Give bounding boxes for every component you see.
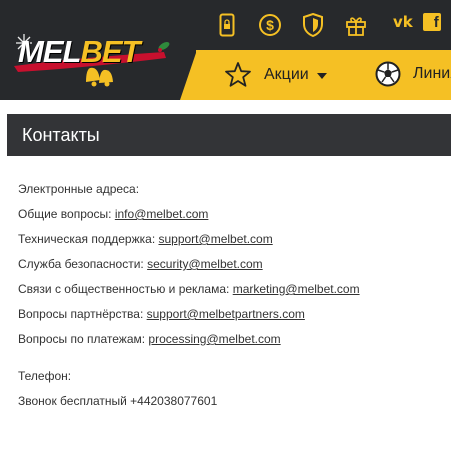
- star-icon: [225, 62, 251, 87]
- nav-label-promotions: Акции: [264, 65, 309, 83]
- top-icon-bar: $: [214, 10, 386, 40]
- gift-icon[interactable]: [343, 12, 369, 38]
- melbet-logo[interactable]: MELBET: [14, 28, 174, 88]
- logo-text: MELBET: [18, 34, 140, 70]
- facebook-icon[interactable]: f: [422, 13, 441, 31]
- soccer-ball-icon: [375, 61, 401, 87]
- nav-item-promotions[interactable]: Акции: [224, 61, 327, 88]
- social-links: vk f: [393, 13, 451, 31]
- email-link-security[interactable]: security@melbet.com: [147, 257, 263, 271]
- nav-label-line: Линия: [413, 65, 451, 82]
- vk-icon[interactable]: vk: [393, 13, 413, 31]
- contact-row-partners: Вопросы партнёрства: support@melbetpartn…: [18, 307, 360, 332]
- page-title-bar: Контакты: [7, 114, 451, 156]
- email-link-processing[interactable]: processing@melbet.com: [148, 332, 280, 346]
- contact-row-payments: Вопросы по платежам: processing@melbet.c…: [18, 332, 360, 357]
- contact-row-security: Служба безопасности: security@melbet.com: [18, 257, 360, 282]
- contact-row-general: Общие вопросы: info@melbet.com: [18, 207, 360, 232]
- contact-row-support: Техническая поддержка: support@melbet.co…: [18, 232, 360, 257]
- contact-row-marketing: Связи с общественностью и реклама: marke…: [18, 282, 360, 307]
- svg-text:$: $: [266, 17, 274, 33]
- contact-label: Вопросы по платежам:: [18, 332, 149, 346]
- nav-edge: [180, 50, 197, 100]
- shield-icon[interactable]: [300, 12, 326, 38]
- contact-label: Связи с общественностью и реклама:: [18, 282, 233, 296]
- logo-text-accent: BET: [80, 34, 140, 69]
- phone-heading: Телефон:: [18, 369, 72, 383]
- email-link-marketing[interactable]: marketing@melbet.com: [233, 282, 360, 296]
- emails-heading: Электронные адреса:: [18, 182, 140, 196]
- site-header: MELBET $ vk f Акции Линия: [0, 0, 451, 100]
- email-link-support[interactable]: support@melbet.com: [158, 232, 272, 246]
- logo-text-main: MEL: [18, 34, 81, 69]
- contact-label: Вопросы партнёрства:: [18, 307, 147, 321]
- contact-label: Служба безопасности:: [18, 257, 148, 271]
- contact-label: Общие вопросы:: [18, 207, 115, 221]
- contacts-content: Электронные адреса: Общие вопросы: info@…: [18, 182, 360, 419]
- nav-item-line[interactable]: Линия: [375, 61, 451, 87]
- dollar-coin-icon[interactable]: $: [257, 12, 283, 38]
- chevron-down-icon: [316, 72, 327, 79]
- phone-text: Звонок бесплатный +442038077601: [18, 394, 218, 408]
- mobile-lock-icon[interactable]: [214, 12, 240, 38]
- contact-label: Техническая поддержка:: [18, 232, 159, 246]
- page-title: Контакты: [22, 124, 100, 145]
- email-link-partners[interactable]: support@melbetpartners.com: [147, 307, 305, 321]
- email-link-info[interactable]: info@melbet.com: [115, 207, 209, 221]
